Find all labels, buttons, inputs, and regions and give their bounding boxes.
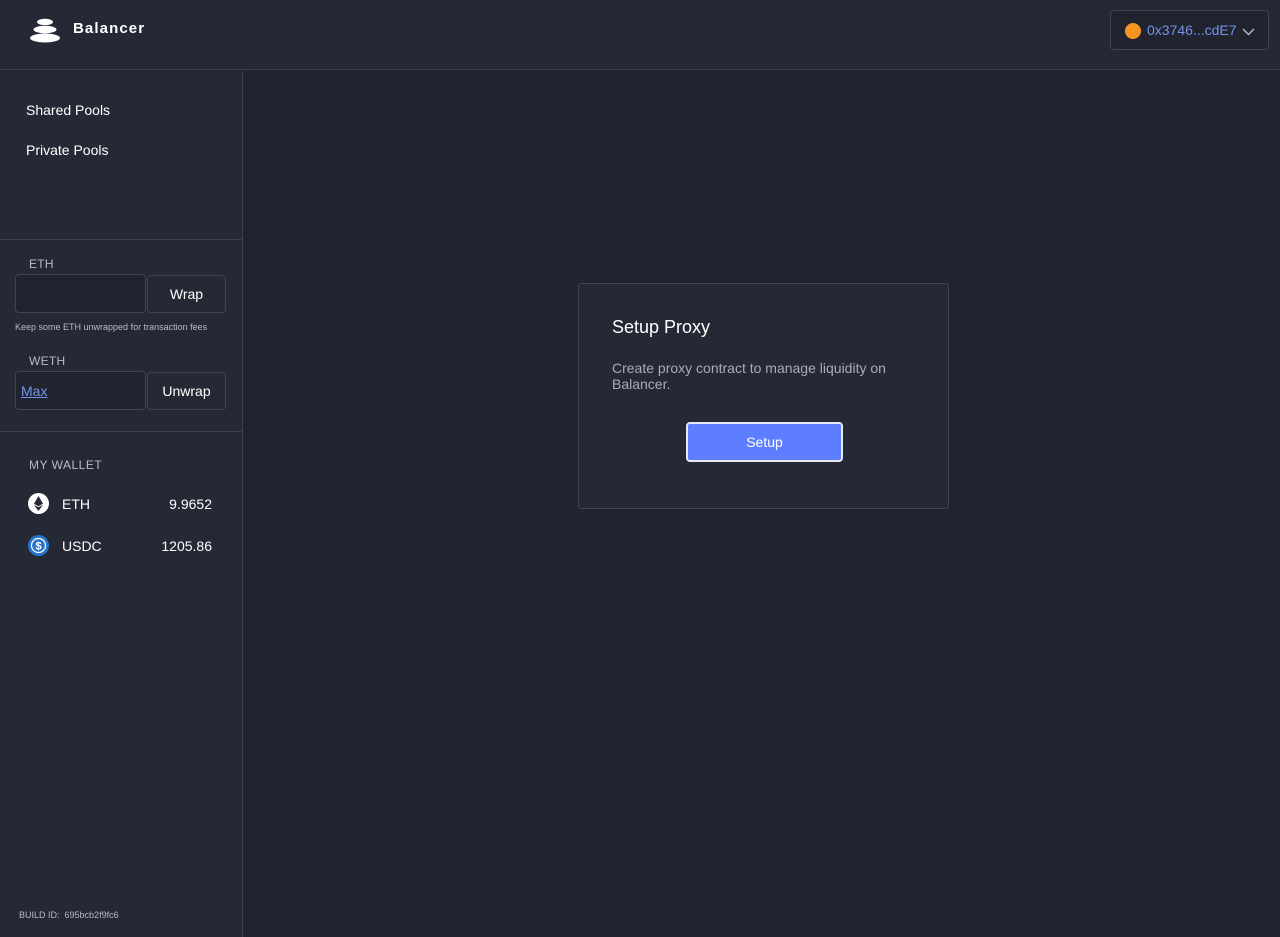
account-avatar [1125, 23, 1141, 39]
setup-button[interactable]: Setup [686, 422, 843, 462]
wallet-token-row: $ USDC 1205.86 [28, 535, 214, 557]
modal-title: Setup Proxy [612, 317, 711, 337]
token-balance: 1205.86 [161, 538, 212, 554]
brand-name: Balancer [73, 20, 146, 37]
setup-proxy-modal: Setup Proxy Create proxy contract to man… [578, 283, 949, 509]
sidebar-divider [0, 239, 242, 240]
sidebar-item-shared-pools[interactable]: Shared Pools [26, 102, 110, 118]
wrap-hint: Keep some ETH unwrapped for transaction … [15, 322, 208, 332]
chevron-down-icon [1242, 28, 1255, 36]
build-id: BUILD ID: 695bcb2f9fc6 [19, 910, 119, 920]
account-button[interactable]: 0x3746...cdE7 [1110, 10, 1269, 50]
sidebar-item-private-pools[interactable]: Private Pools [26, 142, 108, 158]
eth-label: ETH [29, 257, 54, 271]
token-balance: 9.9652 [169, 496, 212, 512]
token-symbol: ETH [62, 496, 90, 512]
wallet-token-row: ETH 9.9652 [28, 493, 214, 515]
sidebar-divider [0, 431, 242, 432]
unwrap-button[interactable]: Unwrap [147, 372, 226, 410]
wrap-button[interactable]: Wrap [147, 275, 226, 313]
eth-amount-input[interactable] [15, 274, 146, 313]
svg-text:$: $ [35, 541, 41, 553]
balancer-logo-icon [30, 18, 60, 43]
app-header: Balancer 0x3746...cdE7 [0, 0, 1280, 70]
ethereum-icon [28, 493, 49, 514]
token-symbol: USDC [62, 538, 102, 554]
weth-label: WETH [29, 354, 66, 368]
build-id-label: BUILD ID: [19, 910, 60, 920]
modal-description: Create proxy contract to manage liquidit… [612, 360, 886, 392]
usdc-icon: $ [28, 535, 49, 556]
account-address: 0x3746...cdE7 [1147, 22, 1237, 38]
max-link[interactable]: Max [21, 383, 47, 399]
build-id-value: 695bcb2f9fc6 [64, 910, 119, 920]
wallet-title: MY WALLET [29, 458, 103, 472]
sidebar: Shared Pools Private Pools ETH Wrap Keep… [0, 71, 243, 937]
